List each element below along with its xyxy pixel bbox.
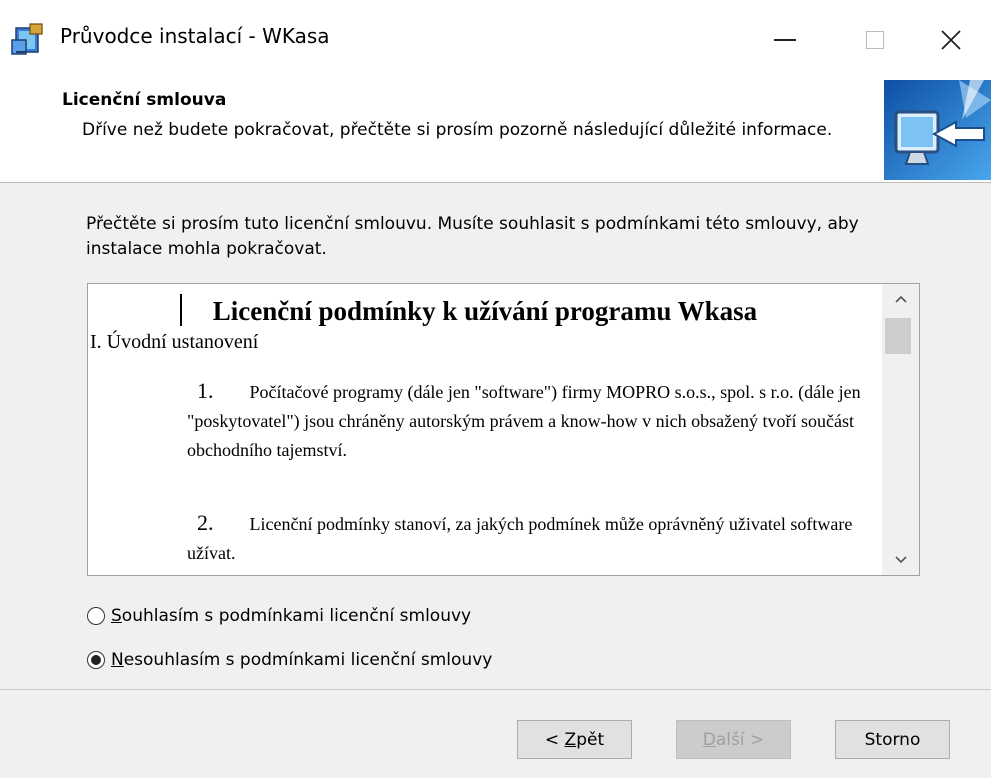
scroll-up-button[interactable] [882, 284, 919, 314]
agree-label: Souhlasím s podmínkami licenční smlouvy [111, 606, 472, 626]
intro-text: Přečtěte si prosím tuto licenční smlouvu… [86, 214, 859, 259]
title-bar: Průvodce instalací - WKasa [0, 0, 991, 80]
radio-unchecked-icon [87, 607, 105, 625]
chevron-down-icon [894, 556, 907, 564]
scroll-thumb[interactable] [885, 318, 911, 354]
agree-radio[interactable]: Souhlasím s podmínkami licenční smlouvy [87, 601, 471, 631]
license-title: Licenční podmínky k užívání programu Wka… [212, 296, 758, 326]
minimize-button[interactable] [740, 0, 830, 80]
back-button[interactable]: < Zpět [517, 720, 632, 759]
license-content: Licenční podmínky k užívání programu Wka… [88, 284, 882, 575]
license-text-box[interactable]: Licenční podmínky k užívání programu Wka… [87, 283, 920, 576]
maximize-button[interactable] [830, 0, 920, 80]
close-button[interactable] [911, 0, 991, 80]
disagree-radio[interactable]: Nesouhlasím s podmínkami licenční smlouv… [87, 645, 492, 675]
page-title: Licenční smlouva [62, 90, 227, 110]
wizard-header: Licenční smlouva Dříve než budete pokrač… [0, 80, 991, 183]
close-icon [941, 30, 961, 50]
maximize-icon [866, 31, 884, 49]
next-button[interactable]: Další > [676, 720, 791, 759]
installer-box-icon [10, 22, 46, 58]
license-section-heading: I. Úvodní ustanovení [90, 331, 259, 353]
paragraph-number: 2. [197, 510, 214, 535]
cancel-button[interactable]: Storno [835, 720, 950, 759]
radio-checked-icon [87, 651, 105, 669]
footer-divider [0, 689, 991, 690]
paragraph-text: Licenční podmínky stanoví, za jakých pod… [187, 514, 853, 563]
license-paragraph: 1. Počítačové programy (dále jen "softwar… [187, 376, 867, 465]
scroll-down-button[interactable] [882, 545, 919, 575]
window-title: Průvodce instalací - WKasa [60, 24, 330, 48]
chevron-up-icon [894, 295, 907, 303]
paragraph-number: 1. [197, 378, 214, 403]
disagree-label: Nesouhlasím s podmínkami licenční smlouv… [111, 650, 493, 670]
vertical-scrollbar[interactable] [882, 284, 919, 575]
minimize-icon [774, 39, 796, 41]
monitor-arrow-icon [884, 80, 991, 180]
page-description: Dříve než budete pokračovat, přečtěte si… [82, 120, 833, 140]
license-paragraph: 2. Licenční podmínky stanoví, za jakých p… [187, 508, 867, 568]
paragraph-text: Počítačové programy (dále jen "software"… [187, 382, 861, 460]
